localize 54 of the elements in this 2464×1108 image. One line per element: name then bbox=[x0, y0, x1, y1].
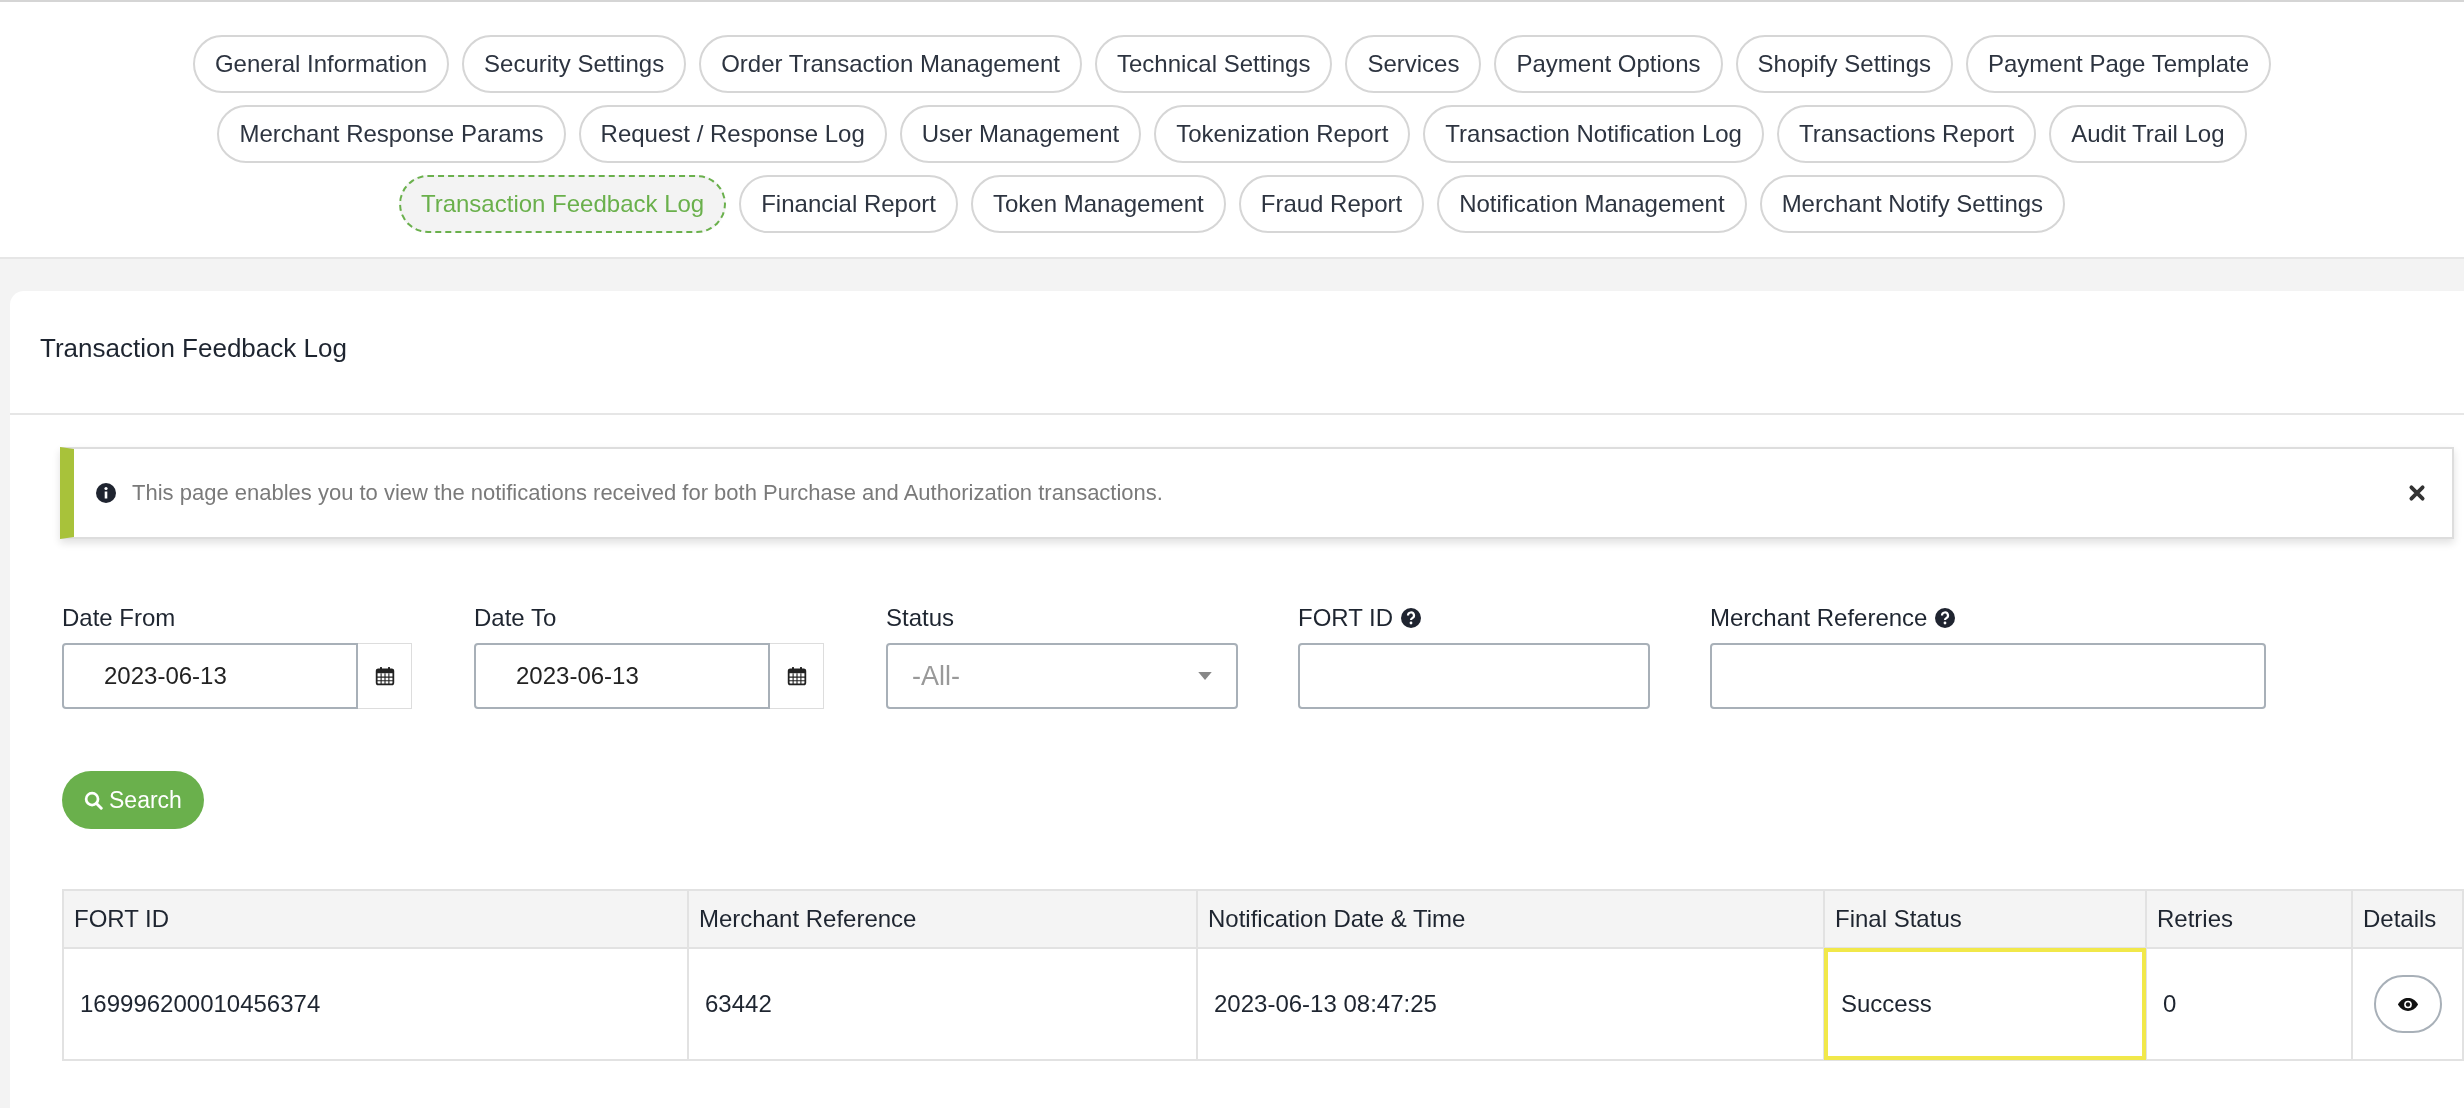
column-header: FORT ID bbox=[63, 890, 688, 948]
column-header: Merchant Reference bbox=[688, 890, 1197, 948]
nav-tab[interactable]: Transactions Report bbox=[1776, 105, 2037, 163]
field-label: Date From bbox=[62, 604, 176, 632]
field-label: Merchant Reference bbox=[1710, 604, 1928, 632]
caret-icon bbox=[1198, 671, 1212, 681]
nav-tab[interactable]: Request / Response Log bbox=[578, 105, 887, 163]
column-header: Final Status bbox=[1824, 890, 2146, 948]
nav-tab[interactable]: Notification Management bbox=[1437, 175, 1747, 233]
table-cell: 63442 bbox=[688, 948, 1197, 1060]
nav-tab[interactable]: Merchant Notify Settings bbox=[1759, 175, 2066, 233]
column-header: Retries bbox=[2146, 890, 2352, 948]
calendar-icon bbox=[374, 666, 395, 686]
column-header: Details bbox=[2352, 890, 2463, 948]
calendar-icon bbox=[786, 666, 807, 686]
search-icon bbox=[84, 790, 103, 810]
eye-icon bbox=[2396, 996, 2419, 1012]
nav-tab[interactable]: Services bbox=[1345, 35, 1482, 93]
nav-tab[interactable]: Payment Page Template bbox=[1966, 35, 2272, 93]
nav-tab[interactable]: Payment Options bbox=[1494, 35, 1723, 93]
table-cell: 0 bbox=[2146, 948, 2352, 1060]
info-icon bbox=[96, 483, 116, 503]
nav-tab[interactable]: Financial Report bbox=[739, 175, 958, 233]
text-field[interactable] bbox=[1298, 643, 1650, 709]
nav-tab[interactable]: General Information bbox=[192, 35, 450, 93]
column-header: Notification Date & Time bbox=[1197, 890, 1824, 948]
nav-tab[interactable]: Technical Settings bbox=[1095, 35, 1333, 93]
field-label: Status bbox=[886, 604, 955, 632]
help-icon[interactable] bbox=[1401, 608, 1422, 628]
calendar-button[interactable] bbox=[770, 643, 824, 709]
card-title: Transaction Feedback Log bbox=[10, 291, 2464, 415]
date-field[interactable]: 2023-06-13 bbox=[474, 643, 770, 709]
nav-tab[interactable]: Fraud Report bbox=[1238, 175, 1425, 233]
view-details-button[interactable] bbox=[2373, 975, 2442, 1033]
table-cell: 169996200010456374 bbox=[63, 948, 688, 1060]
nav-tab[interactable]: Security Settings bbox=[462, 35, 687, 93]
table-cell: Success bbox=[1824, 948, 2146, 1060]
nav-tab[interactable]: Order Transaction Management bbox=[699, 35, 1082, 93]
field-label: FORT ID bbox=[1298, 604, 1394, 632]
alert-message: This page enables you to view the notifications received for both Purchase and Authorization transactions. bbox=[132, 480, 1164, 506]
calendar-button[interactable] bbox=[358, 643, 412, 709]
table-cell: 2023-06-13 08:47:25 bbox=[1197, 948, 1824, 1060]
help-icon[interactable] bbox=[1935, 608, 1956, 628]
nav-tab[interactable]: User Management bbox=[899, 105, 1142, 163]
nav-tab[interactable]: Token Management bbox=[970, 175, 1226, 233]
field-label: Date To bbox=[474, 604, 557, 632]
nav-tab[interactable]: Shopify Settings bbox=[1735, 35, 1953, 93]
close-icon[interactable] bbox=[2408, 484, 2426, 502]
nav-tab[interactable]: Merchant Response Params bbox=[217, 105, 566, 163]
text-field[interactable] bbox=[1710, 643, 2266, 709]
nav-tab[interactable]: Audit Trail Log bbox=[2049, 105, 2247, 163]
date-field[interactable]: 2023-06-13 bbox=[62, 643, 358, 709]
nav-tab[interactable]: Tokenization Report bbox=[1154, 105, 1411, 163]
nav-tab[interactable]: Transaction Notification Log bbox=[1423, 105, 1764, 163]
